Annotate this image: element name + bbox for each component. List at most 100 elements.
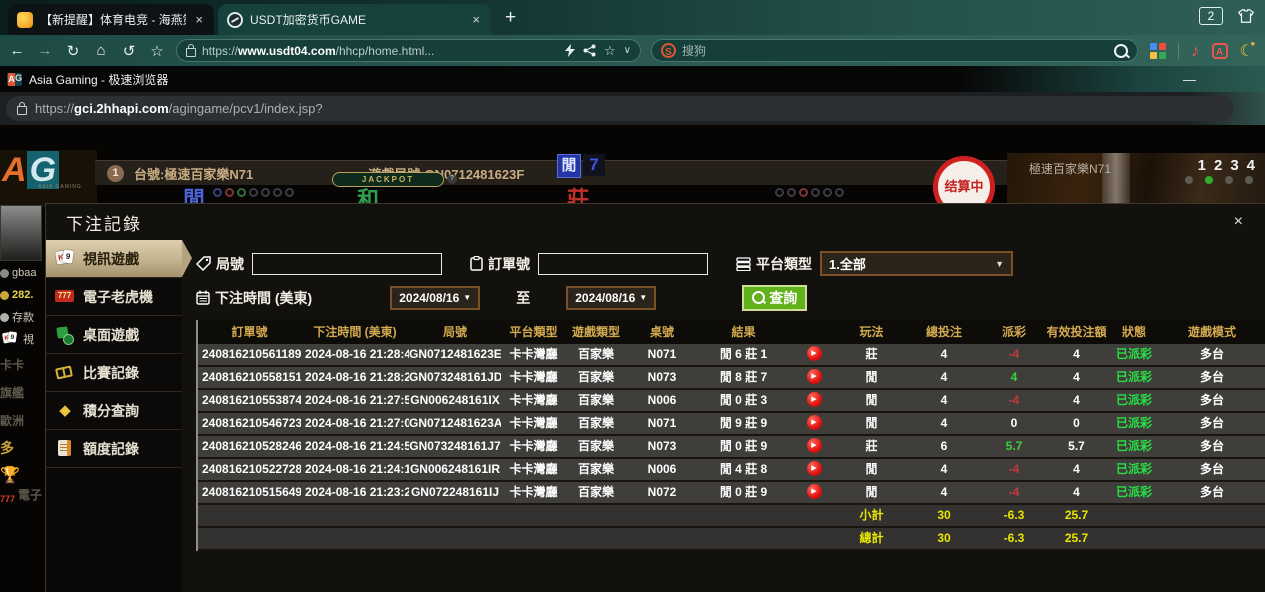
deposit-icon — [0, 313, 9, 322]
order-filter-label: 訂單號 — [488, 254, 530, 274]
bet-time-filter-label: 下注時間 (美東) — [215, 288, 312, 308]
menu-fragment: 歐洲 — [0, 407, 45, 433]
roadmap-dots — [775, 188, 844, 197]
avatar — [0, 205, 42, 261]
play-icon[interactable]: ▶ — [807, 415, 822, 430]
bookmark-star-icon[interactable]: ☆ — [148, 42, 166, 60]
modal-header: 下注記錄 × — [46, 204, 1265, 240]
search-icon[interactable] — [1114, 44, 1128, 58]
table-row: 2408162105538742024-08-16 21:27:54GN0062… — [198, 390, 1265, 413]
platform-icon — [736, 257, 751, 271]
tab1-close-icon[interactable]: × — [193, 12, 205, 27]
tag-icon — [196, 256, 211, 271]
play-icon[interactable]: ▶ — [807, 438, 822, 453]
document-icon — [55, 440, 75, 458]
apps-grid-icon[interactable] — [1150, 43, 1166, 59]
menu-fragment: 旗艦 — [0, 379, 45, 405]
play-icon[interactable]: ▶ — [807, 346, 822, 361]
menu-fragment: 多 — [0, 435, 45, 461]
back-icon[interactable]: ← — [8, 42, 26, 59]
modal-sidebar: 視訊遊戲 電子老虎機 桌面遊戲 比賽記錄 ◆ — [46, 240, 182, 592]
sidebar-item-slots[interactable]: 電子老虎機 — [46, 278, 182, 316]
game-page: AG ASIA GAMING 1 台號:極速百家樂N71 遊戲局號:GN0712… — [0, 125, 1265, 592]
minimize-icon[interactable]: — — [1183, 72, 1196, 87]
slot-machine-icon — [55, 288, 75, 306]
play-icon[interactable]: ▶ — [807, 484, 822, 499]
betting-zones-strip: 閒7 閒 JACKPOT? 和 莊 结算中 — [95, 186, 1007, 203]
ag-window-title: Asia Gaming - 极速浏览器 — [29, 71, 168, 88]
reload-icon[interactable]: ↻ — [64, 42, 82, 60]
live-video-panel[interactable]: 極速百家樂N71 1 2 3 4 — [1007, 153, 1265, 203]
ag-favicon — [7, 73, 22, 86]
bet-records-table: 訂單號 下注時間 (美東) 局號 平台類型 遊戲類型 桌號 結果 玩法 總投注 … — [196, 320, 1265, 551]
sidebar-item-match-records[interactable]: 比賽記錄 — [46, 354, 182, 392]
slots-icon: 777 — [0, 494, 15, 504]
menu-fragment: 電子 — [18, 486, 42, 512]
chevron-down-icon[interactable]: ∨ — [624, 45, 631, 56]
search-box[interactable]: S 搜狗 — [651, 39, 1138, 62]
deposit-label[interactable]: 存款 — [12, 309, 34, 325]
shirt-icon[interactable] — [1237, 8, 1255, 24]
game-table-label: 台號:極速百家樂N71 — [134, 164, 253, 183]
new-tab-button[interactable]: + — [505, 7, 516, 35]
browser-tab-2[interactable]: USDT加密货币GAME × — [218, 4, 491, 35]
date-from-picker[interactable]: 2024/08/16 ▼ — [390, 286, 480, 310]
forward-icon[interactable]: → — [36, 42, 54, 59]
pdf-reader-icon[interactable] — [1212, 43, 1228, 59]
search-button[interactable]: 查詢 — [742, 285, 807, 311]
to-label: 至 — [516, 288, 530, 308]
lightning-icon[interactable] — [565, 44, 575, 57]
modal-content: 局號 訂單號 平台類型 1.全部 ▼ — [182, 240, 1265, 592]
search-placeholder[interactable]: 搜狗 — [682, 42, 1108, 59]
sidebar-item-table-games[interactable]: 桌面遊戲 — [46, 316, 182, 354]
platform-select[interactable]: 1.全部 ▼ — [820, 251, 1013, 276]
play-icon[interactable]: ▶ — [807, 392, 822, 407]
caret-down-icon: ▼ — [995, 259, 1004, 269]
clipboard-icon — [470, 256, 483, 271]
table-number-badge: 1 — [107, 165, 124, 182]
screen: 【新提醒】体育电竞 - 海燕策略 × USDT加密货币GAME × + 2 ← … — [0, 0, 1265, 592]
sidebar-item-video-games[interactable]: 視訊遊戲 — [46, 240, 182, 278]
address-url[interactable]: https://www.usdt04.com/hhcp/home.html... — [202, 44, 559, 58]
close-icon[interactable]: × — [1234, 213, 1245, 231]
menu-fragment: 視 — [23, 331, 34, 347]
dice-chip-icon — [55, 326, 75, 344]
address-bar[interactable]: https://www.usdt04.com/hhcp/home.html...… — [176, 39, 641, 62]
home-icon[interactable]: ⌂ — [92, 42, 110, 59]
tab1-title: 【新提醒】体育电竞 - 海燕策略 — [40, 11, 186, 28]
video-table-label: 極速百家樂N71 — [1029, 160, 1111, 177]
play-icon[interactable]: ▶ — [807, 461, 822, 476]
tab-count-badge[interactable]: 2 — [1199, 7, 1223, 25]
browser-tab-bar: 【新提醒】体育电竞 - 海燕策略 × USDT加密货币GAME × + 2 — [0, 0, 1265, 35]
toolbar-divider — [1178, 43, 1179, 59]
round-filter-label: 局號 — [216, 254, 244, 274]
table-total-row: 總計30-6.325.7 — [198, 528, 1265, 551]
history-icon[interactable]: ↺ — [120, 42, 138, 60]
seat-numbers: 1 2 3 4 — [1198, 157, 1255, 174]
night-mode-icon[interactable]: ☾ — [1240, 41, 1254, 61]
tab2-close-icon[interactable]: × — [470, 12, 482, 27]
asia-gaming-logo: AG ASIA GAMING — [0, 150, 97, 207]
table-row: 2408162105611892024-08-16 21:28:46GN0712… — [198, 344, 1265, 367]
music-icon[interactable]: ♪ — [1191, 41, 1200, 61]
ag-address-bar[interactable]: https://gci.2hhapi.com/agingame/pcv1/ind… — [6, 96, 1234, 121]
table-total-row: 小計30-6.325.7 — [198, 505, 1265, 528]
date-to-picker[interactable]: 2024/08/16 ▼ — [566, 286, 656, 310]
lock-icon — [17, 106, 27, 115]
browser-tab-1[interactable]: 【新提醒】体育电竞 - 海燕策略 × — [8, 4, 214, 35]
platform-filter-label: 平台類型 — [756, 254, 812, 274]
share-icon[interactable] — [583, 44, 596, 57]
order-filter-input[interactable] — [538, 253, 708, 275]
sidebar-item-points-query[interactable]: ◆ 積分查詢 — [46, 392, 182, 430]
play-icon[interactable]: ▶ — [807, 369, 822, 384]
bet-table-body: 2408162105611892024-08-16 21:28:46GN0712… — [198, 344, 1265, 551]
jackpot-help-icon[interactable]: ? — [447, 174, 457, 184]
sogou-icon: S — [661, 43, 676, 58]
bet-records-modal: 下注記錄 × 視訊遊戲 電子老虎機 桌面遊戲 — [45, 203, 1265, 592]
calendar-icon — [196, 290, 210, 305]
round-filter-input[interactable] — [252, 253, 442, 275]
sidebar-item-credit-records[interactable]: 額度記錄 — [46, 430, 182, 468]
table-header-row: 訂單號 下注時間 (美東) 局號 平台類型 遊戲類型 桌號 結果 玩法 總投注 … — [198, 320, 1265, 344]
ag-address-url[interactable]: https://gci.2hhapi.com/agingame/pcv1/ind… — [35, 101, 323, 116]
favorite-star-icon[interactable]: ☆ — [604, 43, 616, 59]
